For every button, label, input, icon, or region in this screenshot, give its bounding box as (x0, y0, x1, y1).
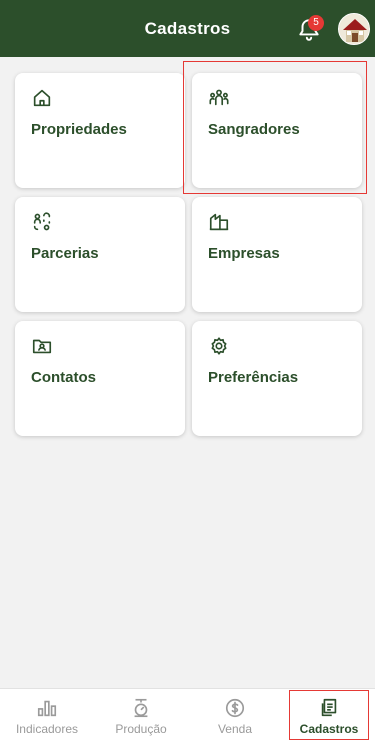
notification-badge: 5 (308, 15, 324, 31)
app-header: Cadastros 5 (0, 0, 375, 57)
card-label: Propriedades (31, 121, 127, 138)
nav-label: Venda (217, 722, 253, 736)
avatar[interactable] (338, 13, 370, 45)
card-empresas[interactable]: Empresas (192, 197, 362, 312)
nav-producao[interactable]: Produção (94, 689, 188, 740)
nav-cadastros[interactable]: Cadastros (282, 689, 375, 740)
card-label: Contatos (31, 369, 96, 386)
card-parcerias[interactable]: Parcerias (15, 197, 185, 312)
card-propriedades[interactable]: Propriedades (15, 73, 185, 188)
building-icon (209, 213, 229, 231)
card-label: Preferências (208, 369, 299, 386)
nav-label: Produção (115, 722, 167, 736)
bar-chart-icon (37, 700, 57, 717)
card-label: Sangradores (208, 121, 300, 138)
nav-label: Indicadores (15, 722, 79, 736)
card-label: Empresas (208, 245, 280, 262)
card-contatos[interactable]: Contatos (15, 321, 185, 436)
card-preferencias[interactable]: Preferências (192, 321, 362, 436)
partnership-icon (33, 212, 51, 231)
scale-icon (134, 698, 148, 718)
documents-icon (321, 698, 337, 717)
gear-icon (211, 337, 227, 355)
farm-house-icon (339, 14, 369, 44)
nav-venda[interactable]: Venda (188, 689, 282, 740)
bottom-nav: Indicadores Produção Venda Cadastros (0, 688, 375, 740)
nav-indicadores[interactable]: Indicadores (0, 689, 94, 740)
contact-card-icon (32, 339, 52, 354)
house-icon (33, 89, 51, 107)
dollar-icon (225, 698, 245, 718)
people-group-icon (209, 89, 229, 106)
card-label: Parcerias (31, 245, 99, 262)
nav-label: Cadastros (299, 722, 359, 736)
card-sangradores[interactable]: Sangradores (192, 73, 362, 188)
